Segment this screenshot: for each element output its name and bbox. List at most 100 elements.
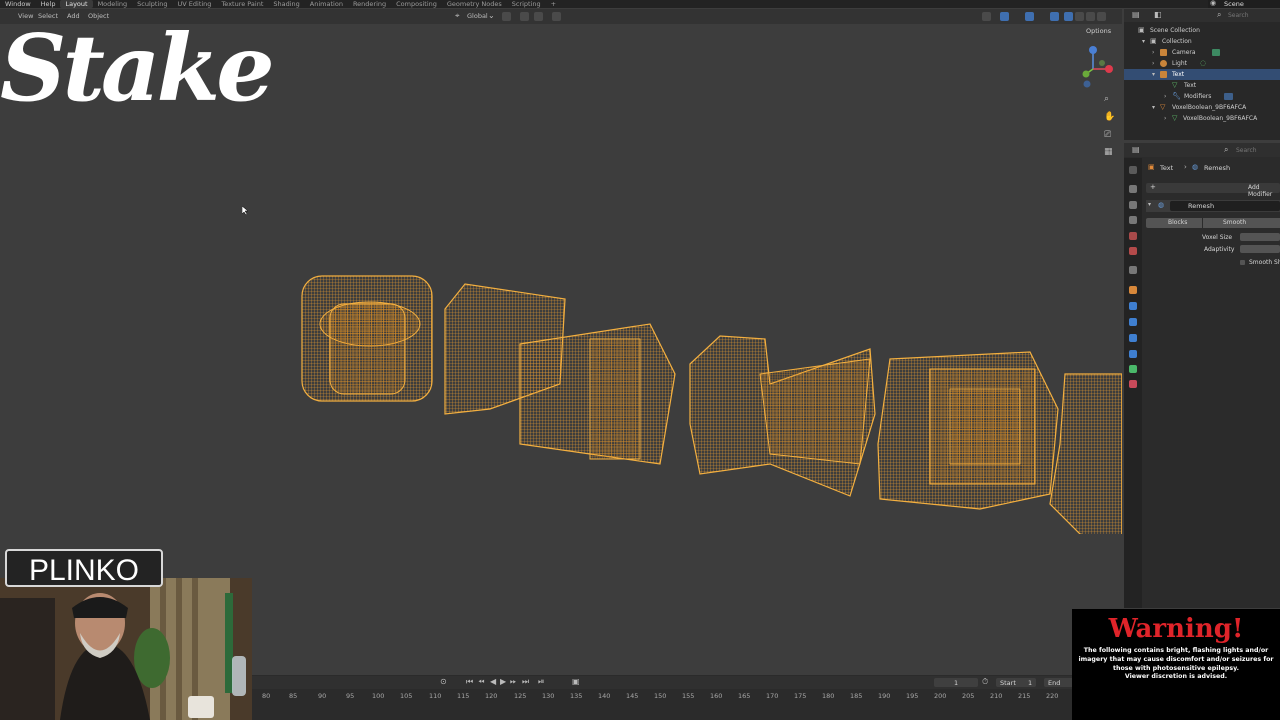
mode-smooth-label: Smooth bbox=[1223, 219, 1247, 226]
tab-texture-paint[interactable]: Texture Paint bbox=[216, 0, 268, 8]
voxel-size-field[interactable] bbox=[1240, 233, 1280, 241]
editor-type-icon[interactable]: ▤ bbox=[1132, 10, 1140, 19]
jump-end-icon[interactable]: ⏭︎ bbox=[522, 677, 529, 687]
text-object-icon bbox=[1160, 71, 1167, 78]
chevron-down-icon[interactable]: ▾ bbox=[1152, 102, 1155, 113]
outliner-label: VoxelBoolean_9BF6AFCA bbox=[1183, 115, 1258, 122]
display-mode-icon[interactable]: ◧ bbox=[1154, 10, 1162, 19]
camera-view-icon[interactable]: ⎚ bbox=[1104, 130, 1111, 140]
current-frame-field[interactable]: 1 bbox=[934, 678, 978, 687]
outliner-row-scene-collection[interactable]: ▣ Scene Collection bbox=[1124, 25, 1280, 36]
tab-animation[interactable]: Animation bbox=[305, 0, 348, 8]
orientation-dropdown[interactable]: Global bbox=[467, 12, 488, 20]
scene-tab-icon[interactable] bbox=[1129, 232, 1137, 240]
chevron-right-icon[interactable]: › bbox=[1164, 91, 1166, 102]
smooth-shading-checkbox[interactable] bbox=[1240, 260, 1245, 265]
chevron-down-icon[interactable]: ▾ bbox=[1142, 36, 1145, 47]
keyframe-prev-icon[interactable]: ⏪︎ bbox=[478, 677, 484, 687]
outliner-row-collection[interactable]: ▾ ▣ Collection bbox=[1124, 36, 1280, 47]
shading-wireframe-button[interactable] bbox=[1064, 12, 1073, 21]
tab-scripting[interactable]: Scripting bbox=[507, 0, 546, 8]
snap-target-button[interactable] bbox=[534, 12, 543, 21]
navigation-gizmo[interactable] bbox=[1080, 44, 1120, 99]
outliner-row-camera[interactable]: › Camera bbox=[1124, 47, 1280, 58]
modifier-name-field[interactable]: Remesh bbox=[1170, 201, 1280, 211]
modifier-header[interactable]: ▾ ◍ Remesh bbox=[1146, 200, 1280, 212]
record-icon[interactable]: ⊙ bbox=[440, 677, 447, 686]
play-icon[interactable]: ▶ bbox=[500, 677, 506, 686]
physics-tab-icon[interactable] bbox=[1129, 334, 1137, 342]
mode-smooth-button[interactable]: Smooth bbox=[1203, 218, 1280, 228]
jump-start-icon[interactable]: ⏮︎ bbox=[466, 677, 473, 687]
mesh-data-icon: ▽ bbox=[1172, 81, 1178, 89]
pan-hand-icon[interactable]: ✋ bbox=[1104, 112, 1115, 122]
data-tab-icon[interactable] bbox=[1129, 365, 1137, 373]
particles-tab-icon[interactable] bbox=[1129, 318, 1137, 326]
render-tab-icon[interactable] bbox=[1129, 185, 1137, 193]
chevron-down-icon[interactable]: ▾ bbox=[1148, 201, 1151, 208]
outliner-row-voxelboolean-data[interactable]: › ▽ VoxelBoolean_9BF6AFCA bbox=[1124, 113, 1280, 124]
snap-button[interactable] bbox=[520, 12, 529, 21]
constraints-tab-icon[interactable] bbox=[1129, 350, 1137, 358]
add-workspace-button[interactable]: + bbox=[546, 0, 561, 8]
preview-range-icon[interactable]: ⏱ bbox=[982, 677, 988, 687]
tab-compositing[interactable]: Compositing bbox=[391, 0, 442, 8]
outliner-row-voxelboolean[interactable]: ▾ ▽ VoxelBoolean_9BF6AFCA bbox=[1124, 102, 1280, 113]
shading-rendered-button[interactable] bbox=[1097, 12, 1106, 21]
timeline-tick: 140 bbox=[598, 692, 611, 700]
perspective-grid-icon[interactable]: ▦ bbox=[1104, 147, 1113, 157]
outliner-row-text-data[interactable]: ▽ Text bbox=[1124, 80, 1280, 91]
gizmo-toggle-button[interactable] bbox=[1000, 12, 1009, 21]
adaptivity-field[interactable] bbox=[1240, 245, 1280, 253]
view-layer-tab-icon[interactable] bbox=[1129, 216, 1137, 224]
menu-window[interactable]: Window bbox=[0, 0, 36, 8]
tab-shading[interactable]: Shading bbox=[268, 0, 304, 8]
visibility-button[interactable] bbox=[982, 12, 991, 21]
modifier-tab-icon[interactable] bbox=[1129, 302, 1137, 310]
outliner-row-light[interactable]: › Light ◌ bbox=[1124, 58, 1280, 69]
keyframe-next-icon[interactable]: ⏩︎ bbox=[510, 677, 516, 687]
outliner-row-text[interactable]: ▾ Text bbox=[1124, 69, 1280, 80]
tab-layout[interactable]: Layout bbox=[60, 0, 93, 8]
keyframe-jump-icon[interactable]: ⏯︎ bbox=[538, 677, 544, 687]
play-reverse-icon[interactable]: ◀ bbox=[490, 677, 496, 686]
outliner-row-modifiers[interactable]: › 🔧︎ Modifiers bbox=[1124, 91, 1280, 102]
tab-sculpting[interactable]: Sculpting bbox=[132, 0, 172, 8]
collection-tab-icon[interactable] bbox=[1129, 266, 1137, 274]
text-mesh-wireframe[interactable] bbox=[290, 264, 1122, 534]
chevron-down-icon[interactable]: ▾ bbox=[1152, 69, 1155, 80]
tab-geometry-nodes[interactable]: Geometry Nodes bbox=[442, 0, 507, 8]
shading-solid-button[interactable] bbox=[1075, 12, 1084, 21]
chevron-right-icon[interactable]: › bbox=[1152, 58, 1154, 69]
add-modifier-button[interactable]: + Add Modifier bbox=[1146, 183, 1280, 198]
world-tab-icon[interactable] bbox=[1129, 247, 1137, 255]
editor-type-icon[interactable]: ▤ bbox=[1132, 145, 1140, 154]
auto-keying-icon[interactable]: ▣ bbox=[572, 677, 580, 686]
tab-modeling[interactable]: Modeling bbox=[93, 0, 133, 8]
pivot-button[interactable] bbox=[502, 12, 511, 21]
scene-selector[interactable]: ◉ Scene bbox=[1208, 0, 1280, 8]
breadcrumb-object: Text bbox=[1160, 164, 1174, 172]
proportional-edit-button[interactable] bbox=[552, 12, 561, 21]
zoom-icon[interactable]: ⌕ bbox=[1104, 94, 1109, 104]
tool-tab-icon[interactable] bbox=[1129, 166, 1137, 174]
shading-material-button[interactable] bbox=[1086, 12, 1095, 21]
tab-rendering[interactable]: Rendering bbox=[348, 0, 391, 8]
outliner-search-input[interactable]: Search bbox=[1228, 12, 1249, 19]
start-frame-field[interactable]: Start 1 bbox=[996, 678, 1036, 687]
properties-search-input[interactable]: Search bbox=[1236, 147, 1257, 154]
overlay-toggle-button[interactable] bbox=[1025, 12, 1034, 21]
material-tab-icon[interactable] bbox=[1129, 380, 1137, 388]
chevron-right-icon[interactable]: › bbox=[1152, 47, 1154, 58]
menu-help[interactable]: Help bbox=[36, 0, 61, 8]
timeline-tick: 155 bbox=[682, 692, 695, 700]
tab-uv-editing[interactable]: UV Editing bbox=[173, 0, 217, 8]
object-tab-icon[interactable] bbox=[1129, 286, 1137, 294]
xray-toggle-button[interactable] bbox=[1050, 12, 1059, 21]
letter-block-4 bbox=[877, 351, 1059, 510]
chevron-right-icon[interactable]: › bbox=[1164, 113, 1166, 124]
output-tab-icon[interactable] bbox=[1129, 201, 1137, 209]
outliner-label: Collection bbox=[1162, 38, 1192, 45]
options-dropdown[interactable]: Options bbox=[1086, 27, 1111, 35]
mode-blocks-button[interactable]: Blocks bbox=[1146, 218, 1202, 228]
